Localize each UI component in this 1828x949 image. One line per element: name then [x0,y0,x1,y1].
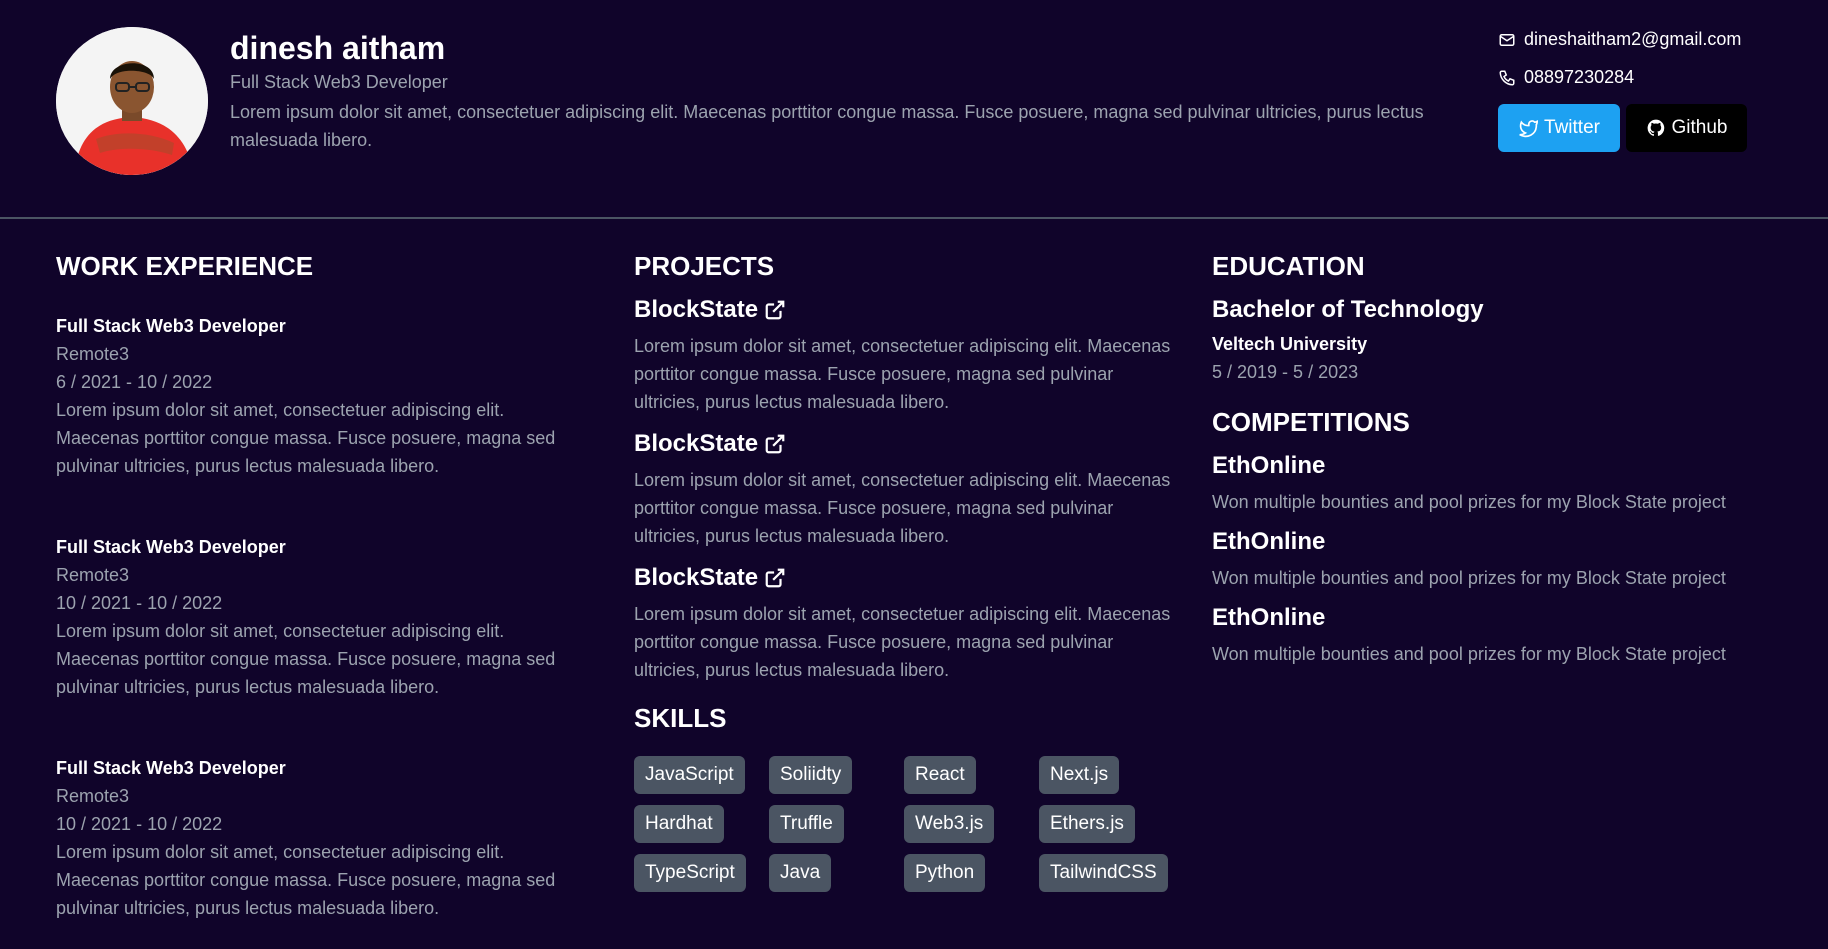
profile-bio: Lorem ipsum dolor sit amet, consectetuer… [230,102,1424,150]
skill-chip: Hardhat [634,805,724,843]
university-name: Veltech University [1212,334,1368,354]
job-company: Remote3 [56,344,130,364]
job-description: Lorem ipsum dolor sit amet, consectetuer… [56,842,556,918]
competition-name: EthOnline [1212,528,1326,555]
profile-role: Full Stack Web3 Developer [230,72,448,92]
education-section-title: EDUCATION [1212,251,1365,281]
skill-chip: Next.js [1039,756,1120,794]
external-link-icon [765,434,785,454]
job-dates: 6 / 2021 - 10 / 2022 [56,372,213,392]
project-description: Lorem ipsum dolor sit amet, consectetuer… [634,336,1171,412]
competition-name: EthOnline [1212,452,1326,479]
projects-section-title: PROJECTS [634,251,775,281]
competitions-section-title: COMPETITIONS [1212,407,1410,437]
profile-name: dinesh aitham [230,30,446,66]
skill-chip: Ethers.js [1039,805,1135,843]
skill-chip: Python [904,854,986,892]
external-link-icon [765,300,785,320]
job-item: Full Stack Web3 Developer Remote3 10 / 2… [56,533,586,701]
profile-header: dinesh aitham Full Stack Web3 Developer … [0,0,1828,219]
skill-chip: TailwindCSS [1039,854,1168,892]
competition-description: Won multiple bounties and pool prizes fo… [1212,644,1726,664]
project-description: Lorem ipsum dolor sit amet, consectetuer… [634,470,1171,546]
github-icon [1647,119,1664,136]
job-item: Full Stack Web3 Developer Remote3 6 / 20… [56,312,586,480]
skill-chip: Web3.js [904,805,995,843]
email-link[interactable]: dineshaitham2@gmail.com [1498,29,1741,50]
project-name: BlockState [634,564,759,591]
project-name: BlockState [634,430,759,457]
skill-chip: JavaScript [634,756,745,794]
twitter-bird-icon [1519,119,1539,138]
job-description: Lorem ipsum dolor sit amet, consectetuer… [56,621,556,697]
job-company: Remote3 [56,786,130,806]
education-dates: 5 / 2019 - 5 / 2023 [1212,362,1359,382]
project-description: Lorem ipsum dolor sit amet, consectetuer… [634,604,1171,680]
competition-name: EthOnline [1212,604,1326,631]
job-item: Full Stack Web3 Developer Remote3 10 / 2… [56,754,586,922]
twitter-button[interactable]: Twitter [1498,104,1620,152]
project-name: BlockState [634,296,759,323]
competition-description: Won multiple bounties and pool prizes fo… [1212,492,1726,512]
skills-list: JavaScript Soliidty React Next.js Hardha… [634,756,1174,892]
competition-item: EthOnline Won multiple bounties and pool… [1212,602,1772,668]
project-item: BlockState Lorem ipsum dolor sit amet, c… [634,428,1174,550]
phone-icon [1499,70,1515,86]
github-label: Github [1671,117,1728,138]
competition-item: EthOnline Won multiple bounties and pool… [1212,450,1772,516]
skill-chip: TypeScript [634,854,746,892]
job-title: Full Stack Web3 Developer [56,537,286,557]
phone-text: 08897230284 [1524,67,1635,87]
projects-section: PROJECTS BlockState Lorem ipsum dolor si… [634,246,1174,892]
skills-section-title: SKILLS [634,703,727,733]
twitter-label: Twitter [1544,117,1600,138]
email-text: dineshaitham2@gmail.com [1524,29,1742,49]
mail-icon [1499,33,1515,46]
job-company: Remote3 [56,565,130,585]
job-title: Full Stack Web3 Developer [56,316,286,336]
project-link[interactable]: BlockState [634,562,1174,594]
competition-item: EthOnline Won multiple bounties and pool… [1212,526,1772,592]
skill-chip: Soliidty [769,756,853,794]
skill-chip: Java [769,854,832,892]
work-section-title: WORK EXPERIENCE [56,251,314,281]
degree-title: Bachelor of Technology [1212,296,1484,323]
project-item: BlockState Lorem ipsum dolor sit amet, c… [634,294,1174,416]
education-section: EDUCATION Bachelor of Technology Veltech… [1212,246,1772,668]
avatar [56,27,208,175]
project-link[interactable]: BlockState [634,428,1174,460]
competition-description: Won multiple bounties and pool prizes fo… [1212,568,1726,588]
skill-chip: React [904,756,976,794]
skill-chip: Truffle [769,805,844,843]
job-dates: 10 / 2021 - 10 / 2022 [56,593,223,613]
github-button[interactable]: Github [1626,104,1747,152]
job-description: Lorem ipsum dolor sit amet, consectetuer… [56,400,556,476]
phone-link[interactable]: 08897230284 [1498,67,1634,88]
project-link[interactable]: BlockState [634,294,1174,326]
external-link-icon [765,568,785,588]
project-item: BlockState Lorem ipsum dolor sit amet, c… [634,562,1174,684]
job-dates: 10 / 2021 - 10 / 2022 [56,814,223,834]
job-title: Full Stack Web3 Developer [56,758,286,778]
work-experience-section: WORK EXPERIENCE Full Stack Web3 Develope… [56,246,586,922]
